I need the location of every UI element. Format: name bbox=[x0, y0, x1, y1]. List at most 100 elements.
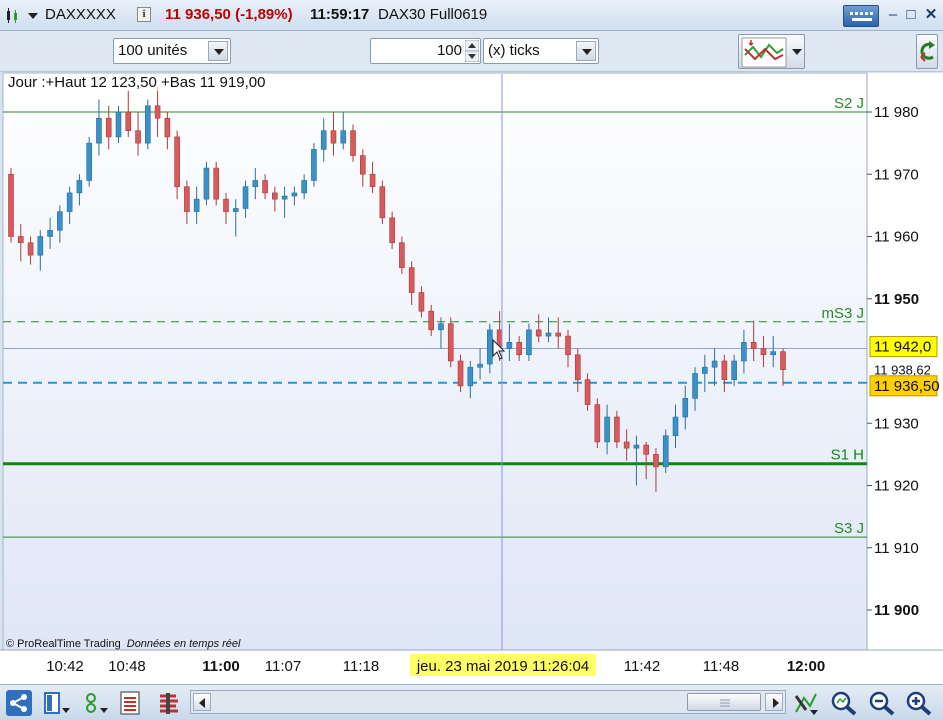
watermark-brand: © ProRealTime Trading bbox=[6, 638, 121, 650]
candle-body-18 bbox=[184, 186, 190, 212]
candle-body-69 bbox=[682, 398, 689, 418]
candle-body-79 bbox=[780, 351, 786, 371]
candle-body-54 bbox=[535, 329, 542, 337]
y-tick-label-4: 11 930 bbox=[874, 415, 919, 432]
candle-body-21 bbox=[213, 167, 220, 200]
candle-body-44 bbox=[438, 323, 444, 331]
x-tick-label-1: 10:48 bbox=[108, 658, 146, 675]
toolbar: 100 unités 100 (x) ticks bbox=[0, 31, 943, 72]
candle-body-1 bbox=[17, 236, 24, 244]
candle-body-34 bbox=[340, 130, 347, 144]
minimize-button[interactable]: – bbox=[883, 6, 903, 24]
info-icon[interactable]: i bbox=[137, 7, 151, 22]
candle-body-73 bbox=[721, 360, 728, 380]
keyboard-icon[interactable] bbox=[843, 5, 879, 27]
y-tick-label-7: 11 900 bbox=[874, 602, 919, 619]
instrument-name[interactable]: DAXXXXX bbox=[45, 6, 116, 23]
candle-body-10 bbox=[105, 117, 112, 138]
scroll-left-button[interactable] bbox=[193, 693, 211, 711]
title-bar: DAXXXXX i 11 936,50 (-1,89%) 11:59:17 DA… bbox=[0, 0, 943, 31]
x-tick-label-7: 12:00 bbox=[787, 658, 825, 675]
x-tick-label-0: 10:42 bbox=[46, 658, 84, 675]
watermark: © ProRealTime Trading Données en temps r… bbox=[6, 638, 240, 650]
candle-body-59 bbox=[584, 379, 591, 405]
zoom-area-icon[interactable] bbox=[830, 690, 857, 716]
candle-body-78 bbox=[770, 351, 777, 356]
candle-body-62 bbox=[614, 416, 620, 443]
tick-count-input[interactable]: 100 bbox=[370, 38, 481, 64]
x-tick-label-5: 11:42 bbox=[624, 658, 660, 675]
scroll-thumb[interactable] bbox=[687, 693, 761, 711]
candle-body-2 bbox=[27, 242, 34, 256]
maximize-button[interactable]: □ bbox=[901, 6, 921, 24]
candle-body-52 bbox=[516, 342, 522, 356]
x-tick-label-4: 11:18 bbox=[343, 658, 379, 675]
candle-body-65 bbox=[643, 444, 649, 455]
candle-body-53 bbox=[526, 329, 532, 356]
tick-type-value: (x) ticks bbox=[488, 42, 540, 59]
candle-body-57 bbox=[565, 335, 571, 356]
price-change: 11 936,50 (-1,89%) bbox=[165, 6, 293, 23]
candle-body-16 bbox=[164, 117, 171, 138]
indicators-icon[interactable] bbox=[118, 690, 144, 716]
candle-body-15 bbox=[154, 105, 161, 119]
x-tick-label-2: 11:00 bbox=[202, 658, 240, 675]
price-chart[interactable]: S2 J mS3 J S1 H S3 J 11 980 11 970 11 960 11 9… bbox=[0, 72, 943, 684]
chart-type-button[interactable] bbox=[738, 34, 805, 69]
units-select[interactable]: 100 unités bbox=[113, 38, 231, 64]
candle-body-23 bbox=[232, 208, 239, 212]
y-tick-label-3: 11 950 bbox=[874, 291, 919, 308]
candle-body-55 bbox=[545, 332, 552, 337]
refresh-icon bbox=[920, 41, 935, 62]
candle-body-68 bbox=[672, 416, 679, 436]
chevron-down-icon[interactable] bbox=[208, 41, 228, 61]
close-button[interactable]: ✕ bbox=[921, 6, 941, 24]
units-select-value: 100 unités bbox=[118, 42, 188, 59]
tick-type-select[interactable]: (x) ticks bbox=[483, 38, 599, 64]
tick-count-value: 100 bbox=[436, 42, 462, 59]
zoom-in-icon[interactable] bbox=[905, 690, 932, 716]
candle-body-51 bbox=[506, 342, 513, 349]
candle-body-6 bbox=[66, 192, 73, 212]
scroll-right-button[interactable] bbox=[765, 693, 783, 711]
candle-body-36 bbox=[359, 155, 366, 175]
refresh-button[interactable] bbox=[916, 34, 938, 69]
candle-body-8 bbox=[86, 142, 92, 181]
candle-body-29 bbox=[291, 192, 298, 197]
chart-type-icon bbox=[741, 37, 802, 68]
chevron-right-icon bbox=[773, 698, 779, 708]
spinner-icon[interactable] bbox=[465, 40, 479, 62]
grip-icon bbox=[720, 699, 730, 707]
clock-time: 11:59:17 bbox=[310, 6, 370, 23]
candle-body-20 bbox=[203, 167, 210, 200]
y-tick-label-6: 11 910 bbox=[874, 540, 919, 557]
share-icon[interactable] bbox=[6, 690, 32, 716]
candle-body-35 bbox=[350, 130, 356, 156]
candle-body-61 bbox=[604, 416, 610, 443]
chart-header: Jour :+Haut 12 123,50 +Bas 11 919,00 bbox=[8, 74, 266, 91]
candle-body-17 bbox=[174, 136, 180, 188]
candle-body-4 bbox=[47, 229, 53, 237]
y-tick-label-0: 11 980 bbox=[874, 104, 919, 121]
plot-background bbox=[2, 72, 868, 651]
auto-zoom-icon[interactable] bbox=[792, 690, 818, 716]
layout-icon[interactable] bbox=[42, 690, 70, 716]
candle-body-14 bbox=[145, 105, 151, 144]
chevron-down-icon[interactable] bbox=[576, 41, 596, 61]
candle-body-74 bbox=[731, 360, 737, 380]
candle-body-11 bbox=[115, 111, 122, 138]
level-label-2: S1 H bbox=[831, 447, 864, 464]
candle-body-31 bbox=[311, 149, 317, 181]
candle-body-41 bbox=[408, 267, 415, 293]
candle-body-25 bbox=[252, 180, 259, 187]
candle-body-64 bbox=[633, 444, 640, 449]
candle-body-47 bbox=[467, 366, 474, 387]
instrument-dropdown-icon[interactable] bbox=[27, 10, 39, 22]
candle-body-39 bbox=[389, 217, 395, 244]
chart-area[interactable]: S2 J mS3 J S1 H S3 J 11 980 11 970 11 960 11 9… bbox=[0, 72, 943, 684]
horizontal-scrollbar[interactable] bbox=[190, 690, 786, 714]
trading-icon[interactable] bbox=[156, 690, 182, 716]
y-tick-label-5: 11 920 bbox=[874, 478, 919, 495]
drawing-tools-icon[interactable] bbox=[82, 690, 108, 716]
zoom-out-icon[interactable] bbox=[868, 690, 895, 716]
